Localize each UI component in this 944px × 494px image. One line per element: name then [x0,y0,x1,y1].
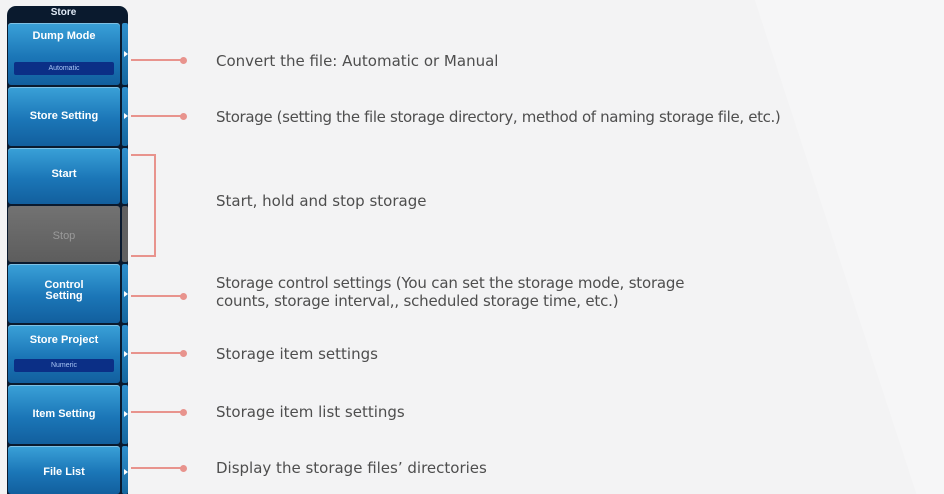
store-setting-button[interactable]: Store Setting [8,87,120,146]
control-setting-label-line1: Control [44,279,84,291]
control-setting-button[interactable]: Control Setting [8,264,120,323]
submenu-arrow-icon [124,51,128,57]
file-list-submenu[interactable] [122,446,128,494]
start-side-strip [122,148,128,204]
desc-control-setting-line2: counts, storage interval,, scheduled sto… [216,292,619,310]
stop-label: Stop [52,230,76,242]
control-setting-submenu[interactable] [122,264,128,323]
store-setting-submenu[interactable] [122,87,128,146]
start-button[interactable]: Start [8,148,120,204]
panel-title: Store [50,7,77,18]
dump-mode-button[interactable]: Dump Mode Automatic [8,23,120,85]
connector-dot [180,465,187,472]
desc-control-setting-line1: Storage control settings (You can set th… [216,274,685,292]
connector-item-setting [131,411,183,413]
connector-control-setting [131,295,183,297]
desc-file-list: Display the storage files’ directories [216,459,487,477]
desc-dump-mode: Convert the file: Automatic or Manual [216,52,499,70]
submenu-arrow-icon [124,291,128,297]
connector-dot [180,113,187,120]
stop-button: Stop [8,206,120,262]
file-list-label: File List [43,466,85,478]
start-stop-bracket [131,154,156,257]
desc-store-setting: Storage (setting the file storage direct… [216,108,781,126]
item-setting-button[interactable]: Item Setting [8,385,120,444]
stop-side-strip [122,206,128,262]
background-shape [754,0,944,494]
connector-dot [180,57,187,64]
item-setting-submenu[interactable] [122,385,128,444]
dump-mode-label: Dump Mode [32,30,96,42]
connector-dot [180,350,187,357]
connector-dump-mode [131,59,183,61]
connector-file-list [131,467,183,469]
submenu-arrow-icon [124,351,128,357]
store-menu-panel: Store Dump Mode Automatic Store Setting … [7,6,128,494]
submenu-arrow-icon [124,469,128,475]
connector-store-project [131,352,183,354]
store-project-label: Store Project [29,334,99,346]
file-list-button[interactable]: File List [8,446,120,494]
desc-item-setting: Storage item list settings [216,403,405,421]
dump-mode-submenu[interactable] [122,23,128,85]
submenu-arrow-icon [124,113,128,119]
connector-dot [180,409,187,416]
desc-store-project: Storage item settings [216,345,378,363]
store-project-value: Numeric [14,359,114,372]
store-setting-label: Store Setting [29,110,99,122]
control-setting-label-line2: Setting [45,290,83,302]
connector-store-setting [131,115,183,117]
store-project-submenu[interactable] [122,325,128,383]
connector-dot [180,293,187,300]
item-setting-label: Item Setting [32,408,96,420]
start-label: Start [51,168,77,180]
store-project-button[interactable]: Store Project Numeric [8,325,120,383]
submenu-arrow-icon [124,411,128,417]
desc-start-stop: Start, hold and stop storage [216,192,427,210]
dump-mode-value: Automatic [14,62,114,75]
